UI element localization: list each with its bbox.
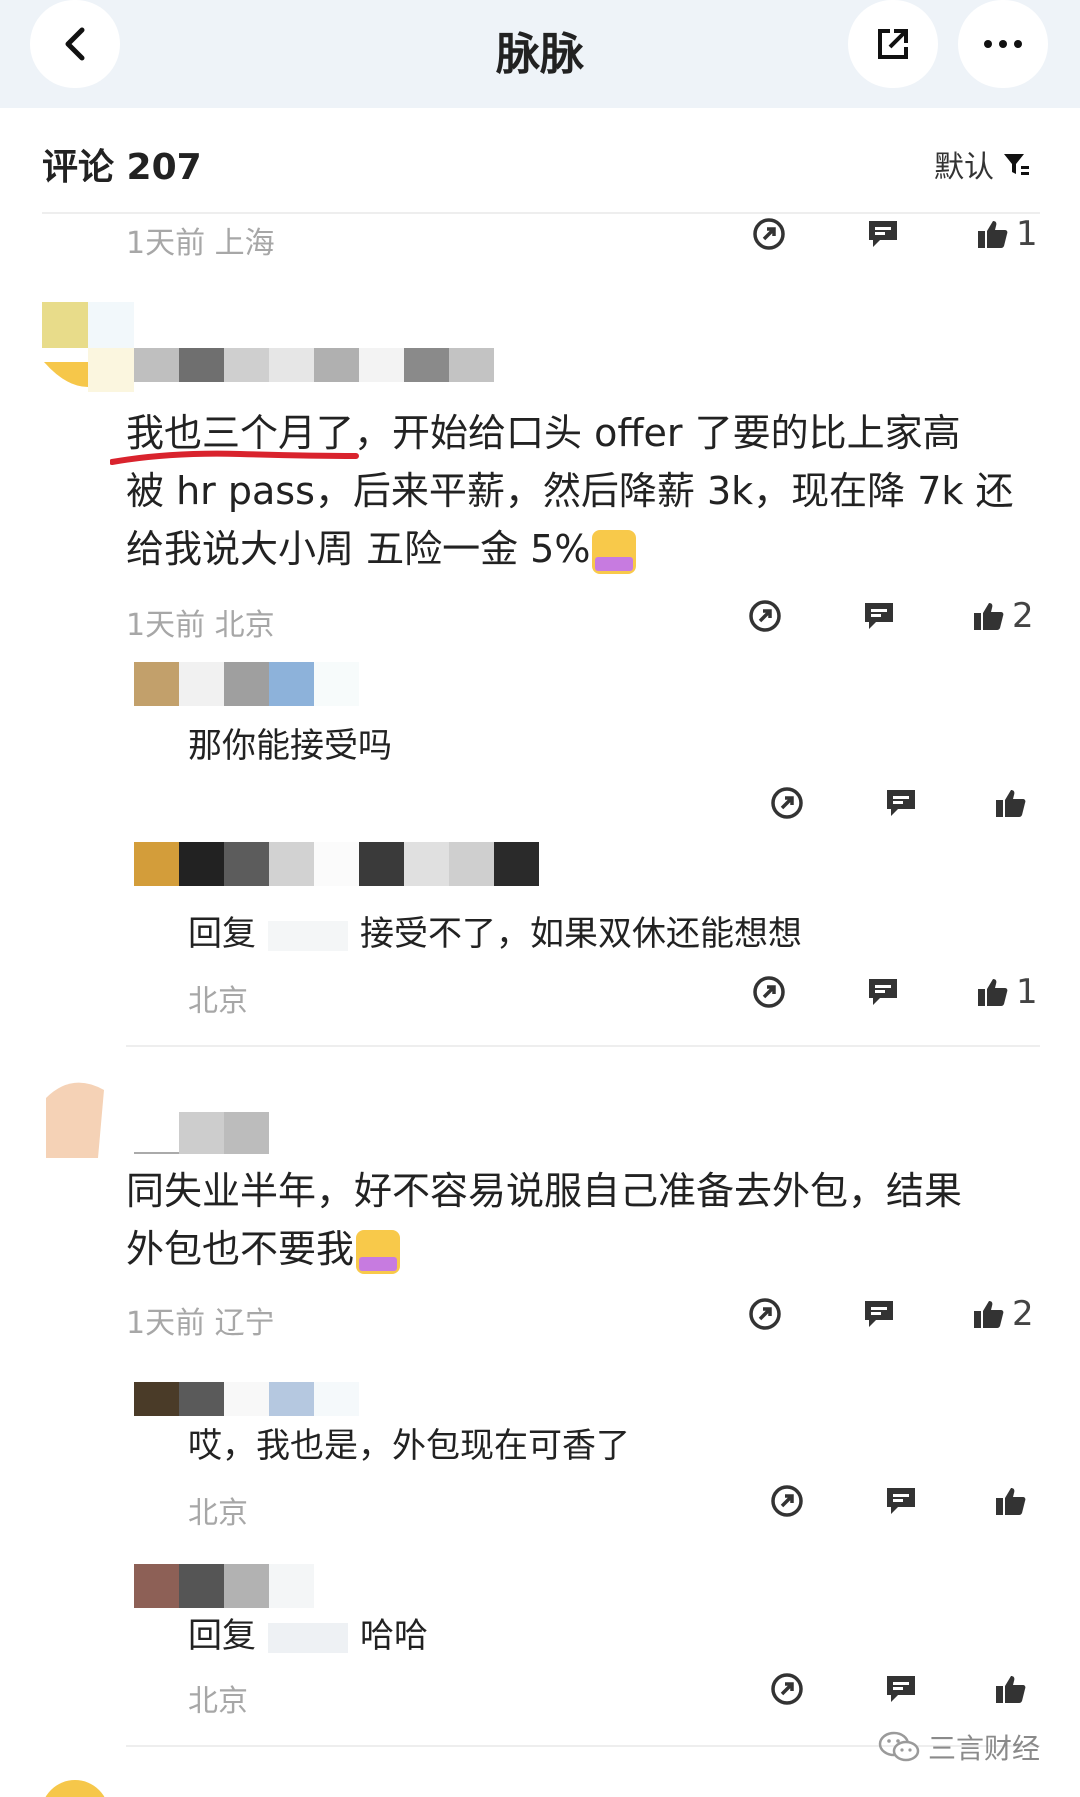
forward-icon [771, 1485, 803, 1517]
comment-actions: 2 [746, 1294, 1034, 1334]
reply-actions [768, 1484, 1028, 1518]
reply-user-blurred [134, 1382, 359, 1416]
forward-button[interactable] [768, 1484, 806, 1518]
reply-meta: 北京 [188, 984, 248, 1019]
comment-text: 我也三个月了，开始给口头 offer 了要的比上家高 被 hr pass，后来平… [126, 404, 1013, 578]
comment-meta: 1天前 上海 [126, 226, 275, 261]
like-button[interactable]: 1 [976, 214, 1038, 254]
top-bar: 脉脉 [0, 0, 1080, 108]
forward-button[interactable] [746, 1297, 784, 1331]
comment-icon [865, 603, 893, 629]
comment-icon [865, 1301, 893, 1327]
reply-target-blurred [268, 920, 348, 951]
share-button[interactable] [848, 0, 938, 88]
wechat-icon [878, 1731, 920, 1762]
comment-icon [869, 979, 897, 1005]
forward-button[interactable] [746, 599, 784, 633]
comment-icon [887, 1676, 915, 1702]
like-count: 2 [1012, 1294, 1034, 1334]
forward-icon [753, 218, 785, 250]
comment-icon [887, 1488, 915, 1514]
thumbs-up-icon [996, 790, 1026, 817]
speechless-emoji-icon [356, 1229, 401, 1274]
like-button[interactable]: 1 [976, 972, 1038, 1012]
reply-user-blurred [134, 662, 359, 706]
comments-count: 评论 207 [42, 147, 202, 188]
reply-button[interactable] [882, 787, 920, 819]
reply-text: 哎，我也是，外包现在可香了 [188, 1426, 630, 1466]
like-button[interactable] [994, 787, 1028, 819]
thumbs-up-icon [974, 1301, 1004, 1328]
avatar[interactable] [42, 1078, 106, 1158]
reply-user-blurred [134, 842, 539, 886]
comment-icon [869, 221, 897, 247]
thumbs-up-icon [978, 979, 1008, 1006]
username-blurred [134, 348, 494, 382]
comment-actions: 2 [746, 596, 1034, 636]
reply-text: 回复 接受不了，如果双休还能想想 [188, 914, 802, 954]
reply-button[interactable] [882, 1485, 920, 1517]
reply-actions [768, 1672, 1028, 1706]
sort-selector[interactable]: 默认 [934, 142, 1030, 186]
like-button[interactable]: 2 [972, 1294, 1034, 1334]
reply-button[interactable] [864, 218, 902, 250]
reply-actions: 1 [750, 972, 1038, 1012]
share-icon [878, 29, 908, 59]
reply-text: 那你能接受吗 [188, 726, 392, 766]
like-button[interactable]: 2 [972, 596, 1034, 636]
red-underline-annotation [110, 450, 359, 465]
reply-button[interactable] [882, 1673, 920, 1705]
more-button[interactable] [958, 0, 1048, 88]
like-count: 1 [1016, 214, 1038, 254]
thumbs-up-icon [978, 221, 1008, 248]
comment-text: 同失业半年，好不容易说服自己准备去外包，结果 外包也不要我 [126, 1162, 962, 1278]
reply-button[interactable] [860, 1298, 898, 1330]
forward-icon [771, 787, 803, 819]
more-icon [984, 40, 1022, 48]
comment-actions: 1 [750, 214, 1038, 254]
divider [126, 1045, 1040, 1047]
forward-button[interactable] [750, 975, 788, 1009]
like-count: 2 [1012, 596, 1034, 636]
filter-icon [1004, 154, 1029, 175]
forward-icon [749, 1298, 781, 1330]
thumbs-up-icon [996, 1488, 1026, 1515]
forward-button[interactable] [768, 1672, 806, 1706]
watermark-label: 三言财经 [927, 1732, 1040, 1765]
speechless-emoji-icon [592, 529, 637, 574]
reply-target-blurred [268, 1622, 348, 1653]
like-button[interactable] [994, 1673, 1028, 1705]
forward-button[interactable] [768, 786, 806, 820]
watermark: 三言财经 [878, 1727, 1040, 1767]
thumbs-up-icon [996, 1676, 1026, 1703]
username-blurred [134, 1112, 269, 1154]
avatar[interactable] [42, 302, 134, 392]
avatar[interactable] [40, 1776, 110, 1797]
forward-icon [749, 600, 781, 632]
reply-actions [768, 786, 1028, 820]
reply-button[interactable] [860, 600, 898, 632]
forward-icon [753, 976, 785, 1008]
reply-meta: 北京 [188, 1684, 248, 1719]
forward-icon [771, 1673, 803, 1705]
reply-button[interactable] [864, 976, 902, 1008]
like-count: 1 [1016, 972, 1038, 1012]
forward-button[interactable] [750, 217, 788, 251]
comment-icon [887, 790, 915, 816]
comment-meta: 1天前 北京 [126, 608, 275, 643]
sort-label: 默认 [934, 150, 994, 185]
like-button[interactable] [994, 1485, 1028, 1517]
reply-meta: 北京 [188, 1496, 248, 1531]
reply-user-blurred [134, 1564, 314, 1608]
comment-meta: 1天前 辽宁 [126, 1306, 275, 1341]
thumbs-up-icon [974, 603, 1004, 630]
reply-text: 回复 哈哈 [188, 1616, 428, 1656]
